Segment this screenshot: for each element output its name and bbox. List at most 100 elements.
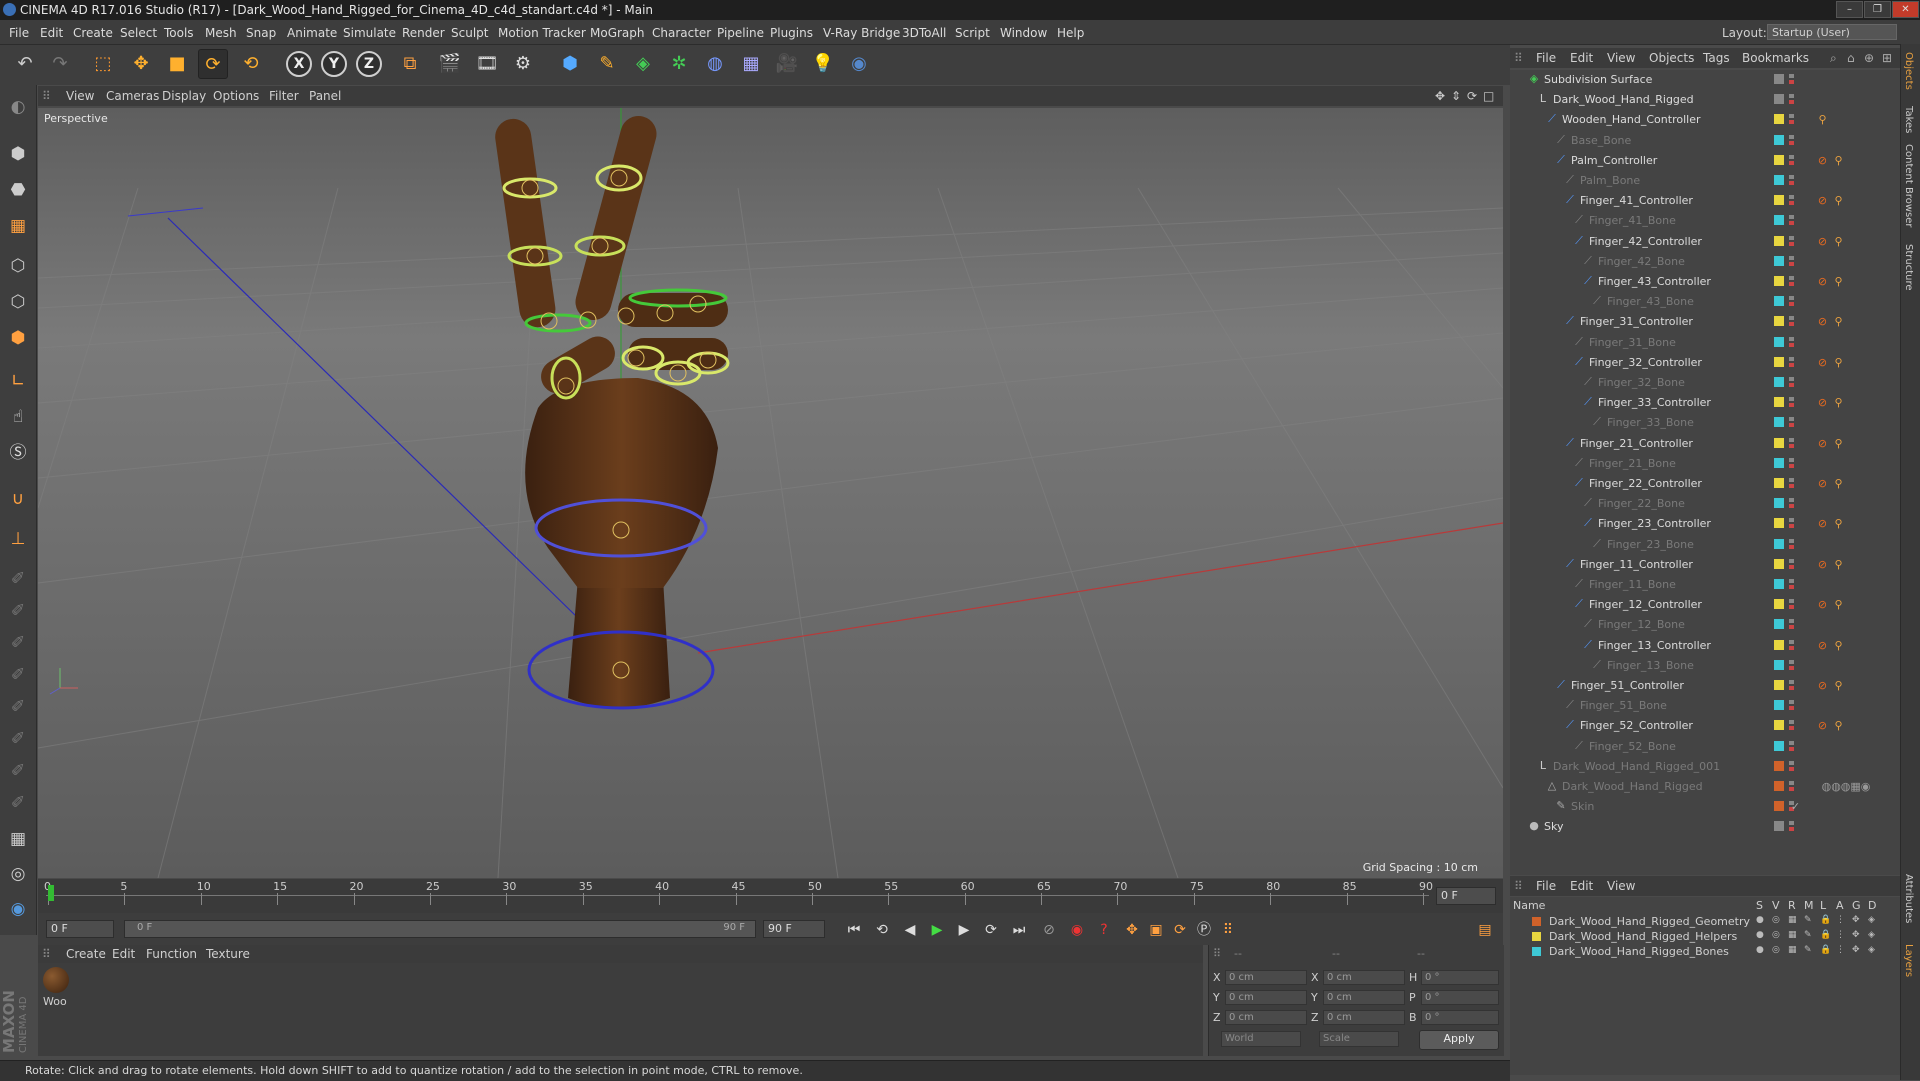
om-search-icon[interactable]: ⌕ — [1830, 51, 1837, 66]
layout-select[interactable]: Startup (User) — [1767, 24, 1897, 40]
object-name[interactable]: Finger_41_Bone — [1589, 214, 1676, 227]
layer-color-swatch[interactable] — [1774, 619, 1784, 630]
ik-tag-icon[interactable]: ⚲ — [1832, 719, 1845, 732]
layer-toggle-icon[interactable]: ✥ — [1852, 930, 1860, 940]
ik-tag-icon[interactable]: ⚲ — [1832, 194, 1845, 207]
render-view-icon[interactable]: 🎬 — [435, 49, 465, 79]
object-row[interactable]: ⟋ Finger_22_Bone — [1510, 494, 1900, 514]
ik-tag-icon[interactable]: ⚲ — [1832, 679, 1845, 692]
layer-color-swatch[interactable] — [1774, 781, 1784, 791]
object-name[interactable]: Palm_Bone — [1580, 174, 1640, 187]
layer-toggle-icon[interactable]: ⋮ — [1836, 915, 1845, 925]
layer-toggle-icon[interactable]: ● — [1756, 930, 1764, 940]
render-settings-icon[interactable]: ⚙ — [508, 49, 538, 79]
timeline-playhead[interactable] — [48, 885, 54, 901]
om-nav-icon[interactable]: ⊕ — [1864, 51, 1874, 65]
points-mode-icon[interactable]: ⬡ — [4, 252, 32, 280]
object-name[interactable]: Finger_51_Controller — [1571, 679, 1684, 692]
layer-toggle-icon[interactable]: ▦ — [1788, 945, 1797, 955]
layer-color-swatch[interactable] — [1774, 740, 1784, 751]
object-row[interactable]: ⟋ Finger_13_Bone — [1510, 656, 1900, 676]
constraint-tag-icon[interactable]: ⊘ — [1816, 719, 1829, 732]
layer-color-swatch[interactable] — [1774, 700, 1784, 711]
timeline-window-icon[interactable]: ▤ — [1474, 919, 1496, 941]
world-select[interactable]: World — [1221, 1031, 1301, 1047]
object-row[interactable]: ⟋ Finger_13_Controller ⊘ ⚲ — [1510, 636, 1900, 656]
menu-select[interactable]: Select — [120, 26, 157, 40]
object-name[interactable]: Finger_11_Bone — [1589, 578, 1676, 591]
scale-select[interactable]: Scale — [1319, 1031, 1399, 1047]
layer-toggle-icon[interactable]: ◎ — [1772, 945, 1780, 955]
layer-color-swatch[interactable] — [1774, 821, 1784, 832]
viewport-camera-label[interactable]: Perspective — [44, 112, 108, 125]
visibility-dots[interactable] — [1789, 457, 1794, 468]
tab-objects[interactable]: Objects — [1903, 52, 1914, 90]
ik-tag-icon[interactable]: ⚲ — [1832, 639, 1845, 652]
python-console-icon[interactable]: ◉ — [4, 895, 32, 923]
menu-file[interactable]: File — [9, 26, 29, 40]
object-name[interactable]: Wooden_Hand_Controller — [1562, 113, 1701, 126]
render-picture-viewer-icon[interactable]: 🎞 — [472, 49, 502, 79]
sculpt-brush-5-icon[interactable]: ✐ — [4, 693, 32, 721]
material-menu-function[interactable]: Function — [146, 947, 197, 961]
object-name[interactable]: Finger_21_Bone — [1589, 457, 1676, 470]
layer-color-swatch[interactable] — [1774, 599, 1784, 610]
prev-key-icon[interactable]: ⟲ — [871, 919, 893, 941]
cloner-icon[interactable]: ✲ — [664, 49, 694, 79]
menu-character[interactable]: Character — [652, 26, 711, 40]
pos-z-field[interactable]: 0 cm — [1225, 1010, 1307, 1025]
object-row[interactable]: ● Sky — [1510, 817, 1900, 837]
record-keys-icon[interactable]: ⊘ — [1038, 919, 1060, 941]
visibility-dots[interactable] — [1789, 599, 1794, 610]
visibility-dots[interactable] — [1789, 114, 1794, 125]
visibility-dots[interactable] — [1789, 397, 1794, 408]
layer-toggle-icon[interactable]: 🔒 — [1820, 945, 1831, 955]
sculpt-brush-2-icon[interactable]: ✐ — [4, 597, 32, 625]
visibility-dots[interactable] — [1789, 781, 1794, 791]
coordinate-system-icon[interactable]: ⧉ — [395, 49, 425, 79]
layer-color-swatch[interactable] — [1774, 437, 1784, 448]
object-row[interactable]: △ Dark_Wood_Hand_Rigged ◍◍◍▦◉ — [1510, 777, 1900, 797]
visibility-dots[interactable] — [1789, 478, 1794, 488]
layer-color-swatch[interactable] — [1532, 932, 1541, 941]
object-row[interactable]: ⟋ Finger_12_Controller ⊘ ⚲ — [1510, 595, 1900, 615]
constraint-tag-icon[interactable]: ⊘ — [1816, 639, 1829, 652]
object-name[interactable]: Finger_31_Controller — [1580, 315, 1693, 328]
layer-toggle-icon[interactable]: ● — [1756, 915, 1764, 925]
object-row[interactable]: ⟋ Base_Bone — [1510, 131, 1900, 151]
menu-create[interactable]: Create — [73, 26, 113, 40]
sculpt-brush-4-icon[interactable]: ✐ — [4, 661, 32, 689]
om-home-icon[interactable]: ⌂ — [1847, 51, 1855, 65]
next-frame-icon[interactable]: ▶ — [953, 919, 975, 941]
object-row[interactable]: ⟋ Finger_52_Bone — [1510, 737, 1900, 757]
object-name[interactable]: Palm_Controller — [1571, 154, 1657, 167]
ik-tag-icon[interactable]: ⚲ — [1832, 477, 1845, 490]
object-name[interactable]: Finger_52_Controller — [1580, 719, 1693, 732]
constraint-tag-icon[interactable]: ⊘ — [1816, 477, 1829, 490]
object-name[interactable]: Finger_52_Bone — [1589, 740, 1676, 753]
object-row[interactable]: ⟋ Finger_41_Controller ⊘ ⚲ — [1510, 191, 1900, 211]
object-row[interactable]: ⟋ Finger_32_Controller ⊘ ⚲ — [1510, 353, 1900, 373]
keyframe-selection-icon[interactable]: ? — [1093, 919, 1115, 941]
om-menu-tags[interactable]: Tags — [1703, 51, 1730, 65]
object-row[interactable]: L Dark_Wood_Hand_Rigged — [1510, 90, 1900, 110]
visibility-dots[interactable] — [1789, 417, 1794, 428]
layer-toggle-icon[interactable]: 🔒 — [1820, 930, 1831, 940]
menu-vray-bridge[interactable]: V-Ray Bridge — [823, 26, 900, 40]
layer-color-swatch[interactable] — [1774, 215, 1784, 226]
menu-edit[interactable]: Edit — [40, 26, 63, 40]
menu-snap[interactable]: Snap — [246, 26, 276, 40]
rot-b-field[interactable]: 0 ° — [1421, 1010, 1499, 1025]
material-tags-icon[interactable]: ◍◍◍▦◉ — [1816, 780, 1876, 793]
visibility-dots[interactable] — [1789, 336, 1794, 347]
layers-grid-icon[interactable]: ▦ — [4, 825, 32, 853]
visibility-dots[interactable] — [1789, 720, 1794, 731]
layer-toggle-icon[interactable]: ◈ — [1868, 945, 1875, 955]
visibility-dots[interactable] — [1789, 276, 1794, 286]
close-button[interactable]: ✕ — [1892, 1, 1919, 18]
object-row[interactable]: ⟋ Finger_33_Controller ⊘ ⚲ — [1510, 393, 1900, 413]
object-name[interactable]: Base_Bone — [1571, 134, 1631, 147]
play-icon[interactable]: ▶ — [926, 919, 948, 941]
visibility-dots[interactable] — [1789, 498, 1794, 509]
tab-content-browser[interactable]: Content Browser — [1903, 144, 1914, 227]
